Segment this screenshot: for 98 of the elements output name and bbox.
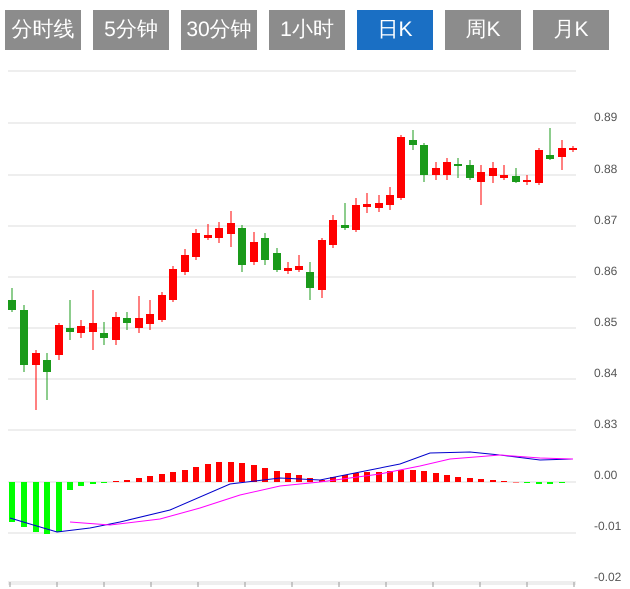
- candle: [192, 228, 200, 260]
- candle: [386, 186, 394, 210]
- candle: [466, 160, 474, 180]
- price-label: 0.87: [594, 213, 618, 227]
- macd-bar: [228, 462, 234, 482]
- macd-bar: [9, 482, 15, 522]
- candle: [204, 224, 212, 240]
- candle: [146, 300, 154, 330]
- macd-bar: [205, 464, 211, 482]
- macd-bar: [262, 468, 268, 482]
- macd-bar: [182, 470, 188, 482]
- candle: [512, 168, 520, 184]
- candle: [20, 304, 28, 372]
- period-tab[interactable]: 1小时: [269, 10, 345, 50]
- candle: [409, 130, 417, 150]
- macd-bar: [251, 465, 257, 482]
- price-label: 0.84: [594, 366, 618, 380]
- candle: [215, 222, 223, 244]
- macd-bar: [455, 477, 461, 482]
- candle: [477, 164, 485, 206]
- candle: [250, 232, 258, 266]
- macd-bar: [78, 482, 84, 486]
- candle: [443, 158, 451, 180]
- macd-label: -0.02: [594, 570, 622, 584]
- candle: [66, 300, 74, 340]
- candle: [558, 140, 566, 170]
- candle: [89, 290, 97, 350]
- macd-label: 0.00: [594, 468, 618, 482]
- candle: [397, 134, 405, 200]
- candle: [420, 142, 428, 182]
- macd-bar: [410, 470, 416, 482]
- period-tab[interactable]: 30分钟: [181, 10, 257, 50]
- macd-bar: [478, 479, 484, 482]
- candle: [306, 262, 314, 300]
- candle: [546, 128, 554, 160]
- price-label: 0.85: [594, 315, 618, 329]
- macd-bar: [67, 482, 73, 490]
- macd-label: -0.01: [594, 519, 622, 533]
- candle: [352, 198, 360, 232]
- macd-bar: [147, 476, 153, 482]
- period-tab[interactable]: 5分钟: [93, 10, 169, 50]
- macd-bar: [33, 482, 39, 532]
- candle: [181, 248, 189, 276]
- candle: [43, 352, 51, 400]
- candle: [535, 148, 543, 186]
- macd-bar: [170, 472, 176, 482]
- macd-bar: [193, 467, 199, 482]
- price-label: 0.83: [594, 417, 618, 431]
- candle: [329, 214, 337, 248]
- candle: [284, 262, 292, 274]
- macd-bar: [364, 472, 370, 482]
- macd-bar: [421, 471, 427, 482]
- macd-bar: [274, 471, 280, 482]
- price-label: 0.86: [594, 264, 618, 278]
- candle: [8, 288, 16, 312]
- candle: [55, 322, 63, 360]
- candle: [295, 254, 303, 272]
- candle: [77, 320, 85, 338]
- candle: [100, 322, 108, 346]
- macd-bar: [239, 463, 245, 482]
- period-tab[interactable]: 日K: [357, 10, 433, 50]
- period-tab[interactable]: 分时线: [5, 10, 81, 50]
- candle: [123, 312, 131, 330]
- candle: [158, 292, 166, 322]
- candle: [500, 164, 508, 180]
- candle: [135, 296, 143, 334]
- candle: [489, 162, 497, 184]
- candle: [32, 350, 40, 410]
- macd-bar: [56, 482, 62, 532]
- candle: [112, 312, 120, 346]
- candle: [569, 146, 577, 152]
- candle: [375, 194, 383, 212]
- candle: [432, 162, 440, 180]
- candle: [523, 174, 531, 186]
- macd-bar: [433, 473, 439, 482]
- candle: [227, 210, 235, 248]
- candle: [273, 248, 281, 272]
- macd-bar: [159, 474, 165, 482]
- candle: [169, 266, 177, 302]
- macd-bar: [330, 477, 336, 482]
- macd-bar: [136, 478, 142, 482]
- period-tab[interactable]: 周K: [445, 10, 521, 50]
- macd-bar: [21, 482, 27, 527]
- candle: [341, 202, 349, 230]
- period-tab[interactable]: 月K: [533, 10, 609, 50]
- candle: [454, 158, 462, 178]
- macd-bar: [467, 478, 473, 482]
- macd-bar: [44, 482, 50, 534]
- candle: [238, 224, 246, 272]
- macd-bar: [216, 462, 222, 482]
- macd-bar: [307, 478, 313, 482]
- price-label: 0.88: [594, 162, 618, 176]
- candle: [318, 238, 326, 298]
- macd-bar: [398, 470, 404, 482]
- candle: [363, 192, 371, 214]
- macd-bar: [444, 475, 450, 482]
- price-label: 0.89: [594, 110, 618, 124]
- candle: [261, 232, 269, 266]
